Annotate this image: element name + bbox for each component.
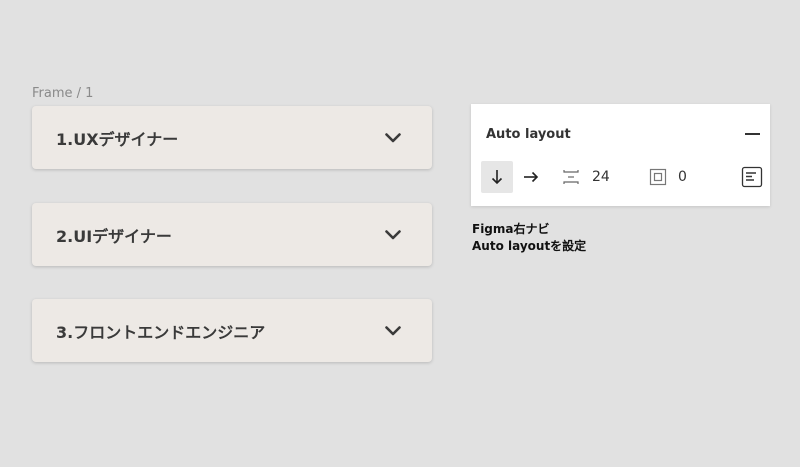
auto-layout-panel: Auto layout 24 0 bbox=[471, 104, 770, 206]
minus-icon[interactable] bbox=[744, 126, 760, 142]
direction-horizontal-button[interactable] bbox=[519, 161, 543, 193]
accordion-title: 3.フロントエンドエンジニア bbox=[56, 322, 266, 342]
frame-label[interactable]: Frame / 1 bbox=[32, 86, 93, 101]
alignment-icon[interactable] bbox=[741, 166, 763, 188]
arrow-down-icon bbox=[491, 170, 503, 185]
caption: Figma右ナビ Auto layoutを設定 bbox=[472, 221, 586, 255]
padding-icon bbox=[649, 168, 667, 186]
caption-line: Figma右ナビ bbox=[472, 222, 550, 236]
accordion-item-ui-designer[interactable]: 2.UIデザイナー bbox=[32, 203, 432, 266]
accordion-title: 1.UXデザイナー bbox=[56, 129, 179, 149]
arrow-right-icon bbox=[524, 171, 539, 183]
direction-vertical-button[interactable] bbox=[481, 161, 513, 193]
accordion-title: 2.UIデザイナー bbox=[56, 226, 172, 246]
spacing-value-input[interactable]: 24 bbox=[592, 169, 610, 185]
padding-value-input[interactable]: 0 bbox=[678, 169, 687, 185]
spacing-between-icon bbox=[563, 170, 579, 184]
chevron-down-icon[interactable] bbox=[382, 224, 404, 246]
accordion-item-frontend-engineer[interactable]: 3.フロントエンドエンジニア bbox=[32, 299, 432, 362]
caption-line: Auto layoutを設定 bbox=[472, 239, 587, 253]
panel-title: Auto layout bbox=[486, 127, 571, 142]
accordion-item-ux-designer[interactable]: 1.UXデザイナー bbox=[32, 106, 432, 169]
chevron-down-icon[interactable] bbox=[382, 320, 404, 342]
chevron-down-icon[interactable] bbox=[382, 127, 404, 149]
